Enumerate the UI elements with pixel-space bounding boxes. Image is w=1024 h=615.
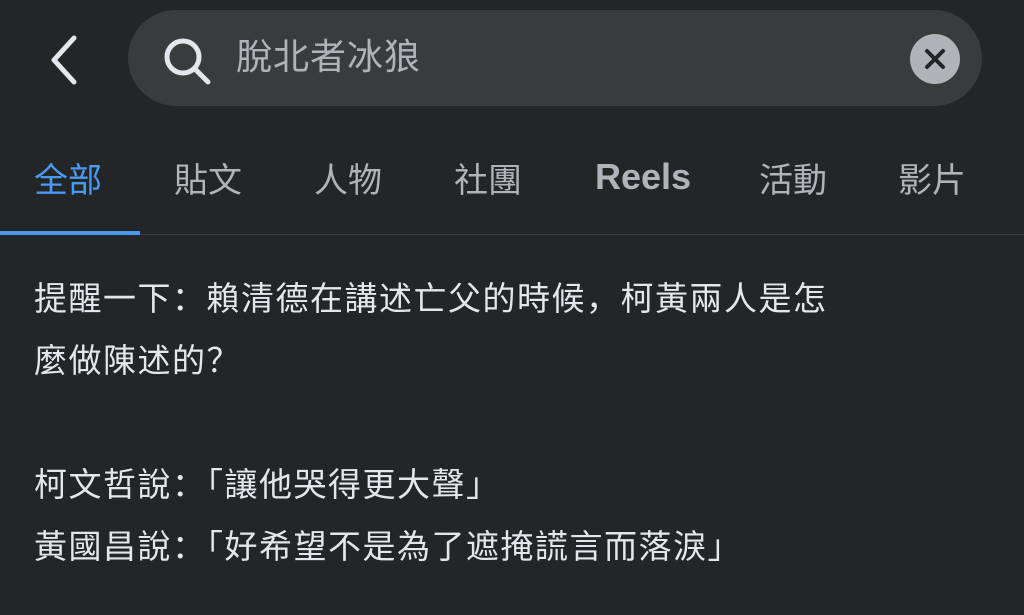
- post-text: 提醒一下：賴清德在講述亡父的時候，柯黃兩人是怎 麼做陳述的？ 柯文哲說：「讓他哭…: [34, 268, 994, 578]
- search-box[interactable]: 脫北者冰狼: [128, 10, 982, 106]
- post-line: 柯文哲說：「讓他哭得更大聲」: [34, 465, 501, 504]
- tab-videos[interactable]: 影片: [898, 120, 966, 234]
- top-bar: 脫北者冰狼: [0, 0, 1024, 120]
- tab-groups[interactable]: 社團: [454, 120, 522, 234]
- search-tabs: 全部 貼文 人物 社團 Reels 活動 影片: [0, 120, 1024, 235]
- tab-all[interactable]: 全部: [34, 120, 102, 234]
- tab-events[interactable]: 活動: [759, 120, 827, 234]
- post-line: 麼做陳述的？: [34, 341, 241, 380]
- tab-people[interactable]: 人物: [314, 120, 382, 234]
- chevron-left-icon: [51, 35, 77, 85]
- clear-search-button[interactable]: [910, 34, 960, 84]
- tab-posts[interactable]: 貼文: [174, 120, 242, 234]
- close-icon: [925, 49, 945, 69]
- post-line: 黃國昌說：「好希望不是為了遮掩謊言而落淚」: [34, 527, 742, 566]
- search-icon: [164, 38, 211, 85]
- search-input[interactable]: 脫北者冰狼: [236, 10, 421, 106]
- back-button[interactable]: [38, 30, 88, 90]
- post-line: 提醒一下：賴清德在講述亡父的時候，柯黃兩人是怎: [34, 279, 828, 318]
- active-tab-indicator: [0, 231, 140, 235]
- tab-reels[interactable]: Reels: [595, 120, 691, 234]
